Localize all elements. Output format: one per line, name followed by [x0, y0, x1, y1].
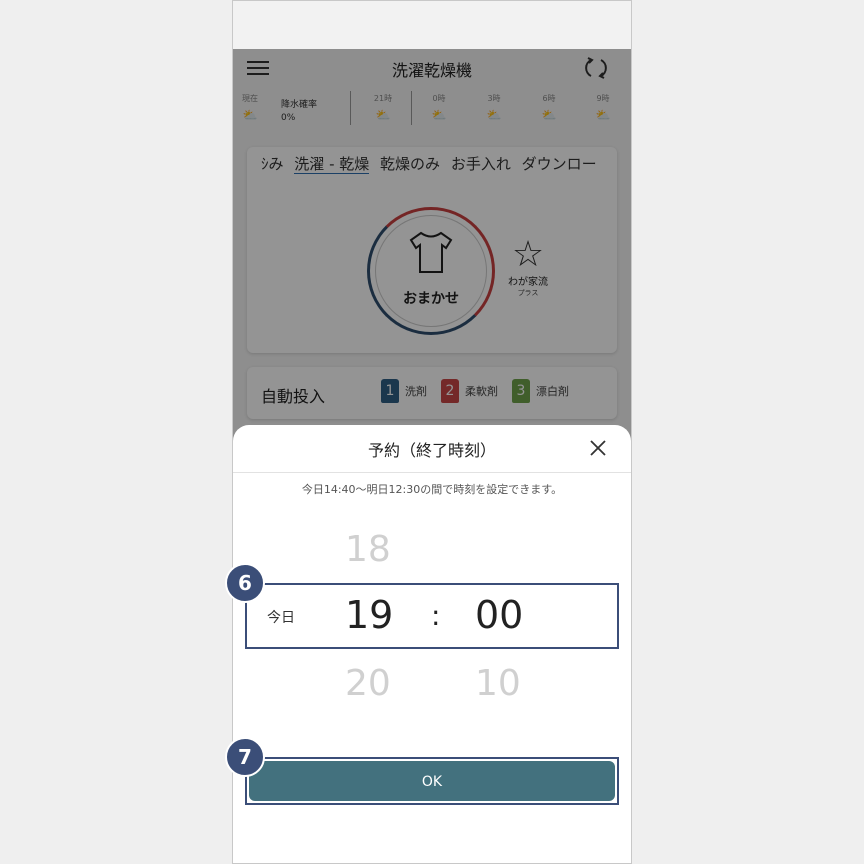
hour-next[interactable]: 20 [345, 663, 391, 704]
status-bar [233, 1, 631, 49]
step-badge-6: 6 [225, 563, 265, 603]
step-badge-7: 7 [225, 737, 265, 777]
time-separator: : [431, 599, 441, 632]
reservation-sheet: 予約（終了時刻） 今日14:40〜明日12:30の間で時刻を設定できます。 18… [233, 425, 631, 863]
minute-value[interactable]: 00 [475, 593, 523, 637]
time-range-hint: 今日14:40〜明日12:30の間で時刻を設定できます。 [301, 483, 563, 496]
ok-button[interactable]: OK [249, 761, 615, 801]
time-picker-selection[interactable]: 今日 19 : 00 [245, 583, 619, 649]
hour-value[interactable]: 19 [345, 593, 393, 637]
sheet-header: 予約（終了時刻） [233, 425, 631, 473]
minute-next[interactable]: 10 [475, 663, 521, 704]
phone-screen: 洗濯乾燥機 現在 ⛅ 降水確率 0% 21時 ⛅ 0時 ⛅ 3時 ⛅ 6時 ⛅ … [232, 0, 632, 864]
ok-highlight: OK [245, 757, 619, 805]
hour-prev[interactable]: 18 [345, 529, 391, 570]
sheet-title: 予約（終了時刻） [367, 440, 496, 460]
close-icon[interactable] [587, 437, 609, 459]
day-label: 今日 [267, 610, 295, 626]
